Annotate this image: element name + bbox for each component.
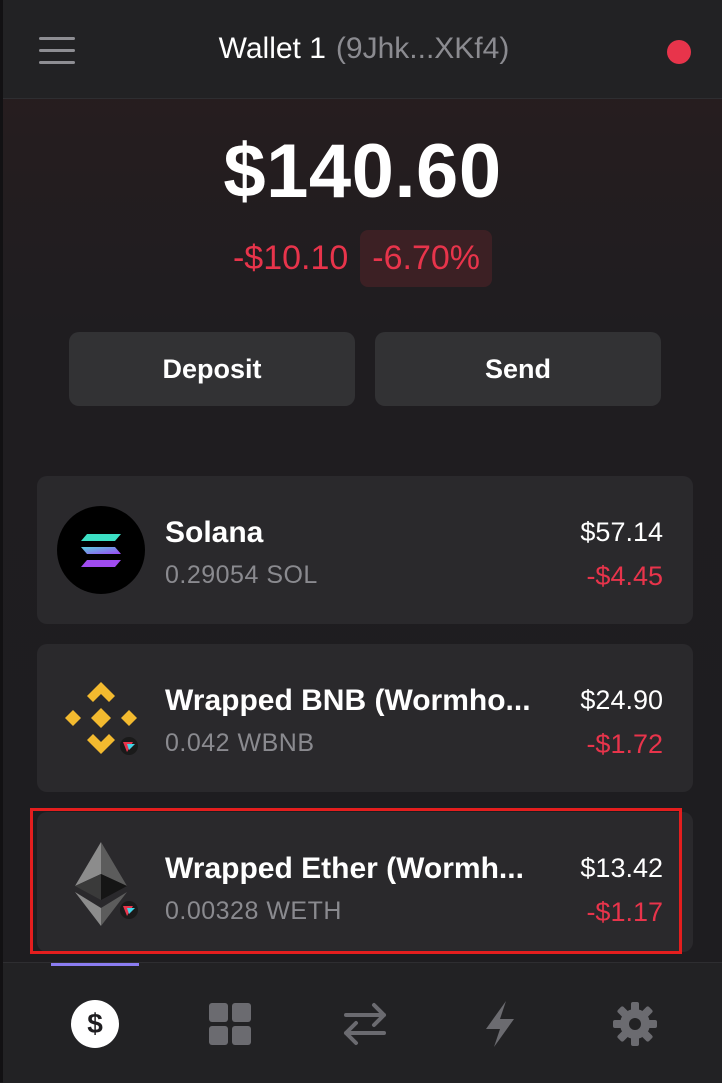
- nav-tokens-tab[interactable]: $: [66, 995, 124, 1053]
- ethereum-icon: [75, 842, 138, 926]
- nav-settings-tab[interactable]: [606, 995, 664, 1053]
- nav-swap-tab[interactable]: [336, 995, 394, 1053]
- token-change: -$1.72: [586, 729, 663, 759]
- solana-icon: [57, 506, 145, 594]
- lightning-icon: [486, 1001, 514, 1047]
- balance-change-percent: -6.70%: [360, 230, 493, 287]
- token-value: $57.14: [580, 517, 663, 547]
- nav-activity-tab[interactable]: [471, 995, 529, 1053]
- send-button[interactable]: Send: [375, 332, 661, 406]
- svg-text:$: $: [87, 1008, 103, 1039]
- nav-collectibles-tab[interactable]: [201, 995, 259, 1053]
- connection-status-dot[interactable]: [667, 40, 691, 64]
- token-name: Wrapped BNB (Wormho...: [165, 684, 531, 717]
- token-amount: 0.042 WBNB: [165, 729, 315, 757]
- wormhole-badge-icon: [120, 737, 138, 755]
- wallet-window: Wallet 1 (9Jhk...XKf4) $140.60 -$10.10 -6.…: [0, 0, 722, 1083]
- gear-icon: [613, 1002, 657, 1046]
- token-name: Solana: [165, 516, 264, 549]
- wallet-address: (9Jhk...XKf4): [335, 32, 510, 65]
- token-amount: 0.29054 SOL: [165, 561, 318, 589]
- token-row-wbnb[interactable]: Wrapped BNB (Wormho... 0.042 WBNB $24.90…: [37, 644, 693, 792]
- bnb-icon: [65, 682, 138, 755]
- token-amount: 0.00328 WETH: [165, 897, 342, 925]
- deposit-button[interactable]: Deposit: [69, 332, 355, 406]
- bottom-nav: $: [3, 962, 722, 1083]
- swap-icon: [344, 1003, 386, 1045]
- wormhole-badge-icon: [120, 901, 138, 919]
- balance-change-row: -$10.10 -6.70%: [3, 230, 722, 287]
- token-value: $13.42: [580, 853, 663, 883]
- apps-grid-icon: [209, 1003, 251, 1045]
- token-row-weth[interactable]: Wrapped Ether (Wormh... 0.00328 WETH $13…: [37, 812, 693, 952]
- token-change: -$4.45: [586, 561, 663, 591]
- dollar-icon: $: [71, 1000, 119, 1048]
- token-change: -$1.17: [586, 897, 663, 927]
- wallet-selector[interactable]: Wallet 1 (9Jhk...XKf4): [3, 32, 722, 66]
- total-balance: $140.60: [223, 129, 502, 214]
- token-name: Wrapped Ether (Wormh...: [165, 852, 524, 885]
- wallet-name: Wallet 1: [218, 32, 326, 65]
- active-tab-indicator: [51, 963, 139, 966]
- token-value: $24.90: [580, 685, 663, 715]
- header: Wallet 1 (9Jhk...XKf4): [3, 0, 722, 99]
- balance-change-amount: -$10.10: [232, 239, 349, 277]
- token-row-solana[interactable]: Solana 0.29054 SOL $57.14 -$4.45: [37, 476, 693, 624]
